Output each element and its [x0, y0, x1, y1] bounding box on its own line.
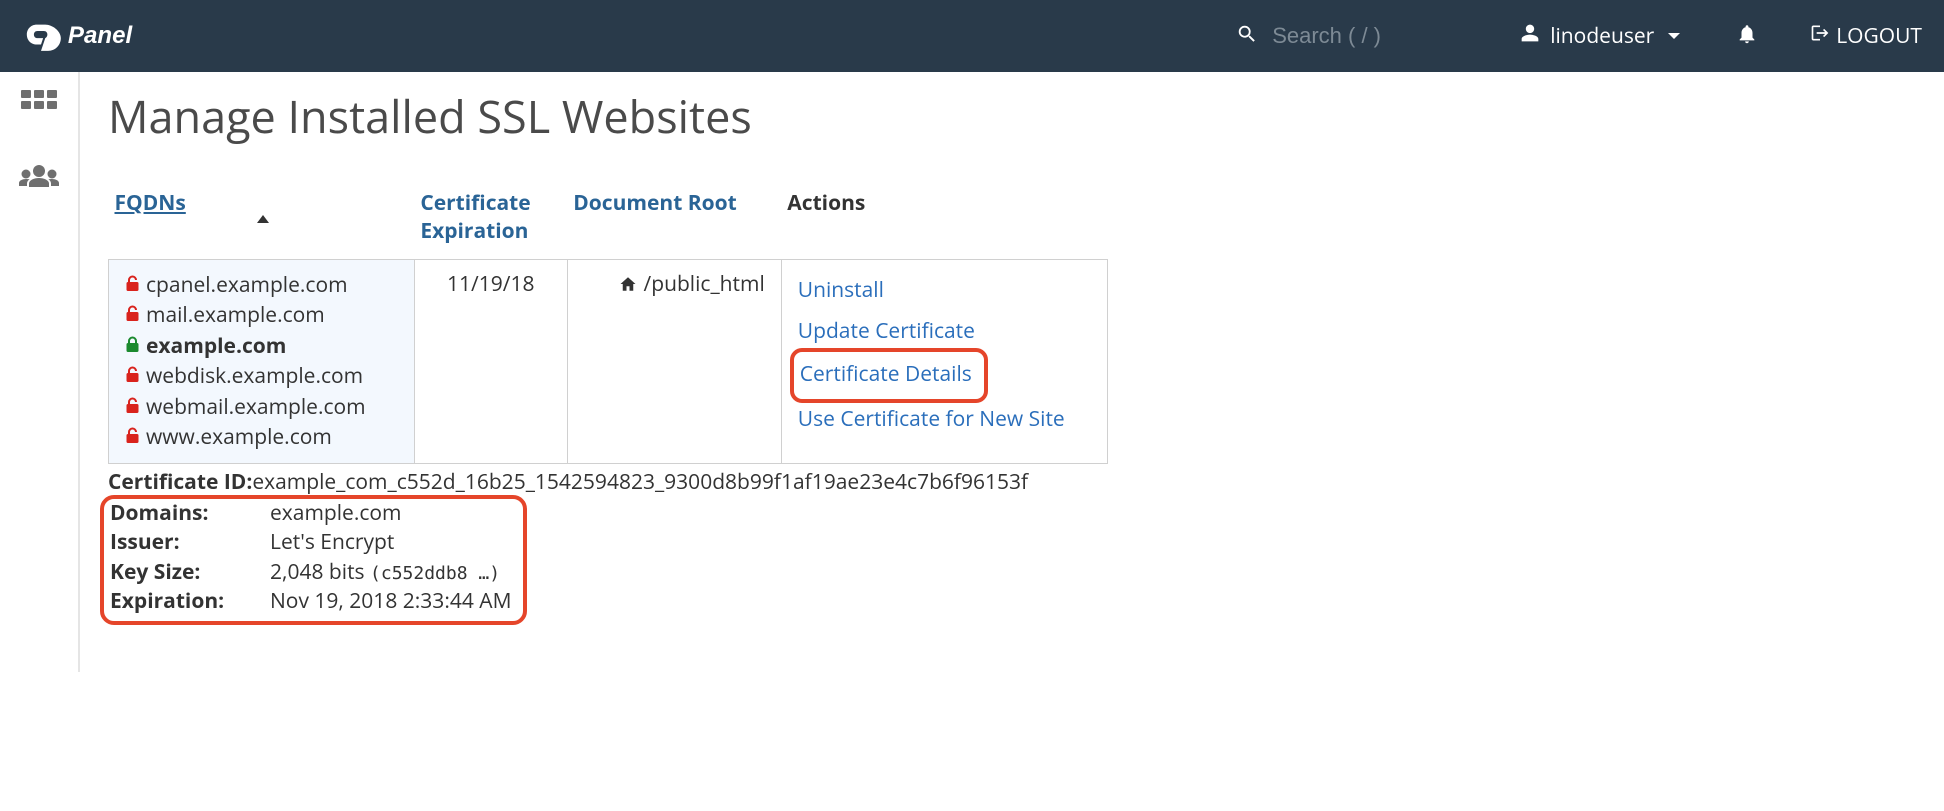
col-header-actions: Actions	[781, 181, 1107, 260]
lock-closed-icon	[125, 331, 140, 361]
lock-open-icon	[125, 270, 140, 300]
keysize-hash: (c552ddb8 …)	[370, 563, 500, 584]
username-label: linodeuser	[1550, 22, 1654, 50]
action-use-certificate-new-site[interactable]: Use Certificate for New Site	[798, 399, 1091, 440]
domains-label: Domains:	[110, 499, 270, 528]
fqdn-domain: webmail.example.com	[125, 392, 398, 422]
fqdn-domain: www.example.com	[125, 422, 398, 452]
page-title: Manage Installed SSL Websites	[108, 86, 1944, 147]
col-header-expiration[interactable]: Certificate Expiration	[414, 181, 567, 260]
cert-id-label: Certificate ID:	[108, 468, 252, 497]
domain-name: mail.example.com	[146, 300, 325, 330]
domain-name: www.example.com	[146, 422, 332, 452]
keysize-value: 2,048 bits	[270, 558, 365, 586]
fqdn-domain: example.com	[125, 331, 398, 361]
lock-open-icon	[125, 300, 140, 330]
lock-open-icon	[125, 392, 140, 422]
bell-icon	[1736, 28, 1758, 50]
navbar-search[interactable]	[1236, 23, 1452, 50]
actions-cell: Uninstall Update Certificate Certificate…	[781, 260, 1107, 464]
action-certificate-details[interactable]: Certificate Details	[800, 360, 972, 388]
sidebar-apps-icon[interactable]	[21, 90, 57, 123]
sidebar-users-icon[interactable]	[19, 163, 59, 196]
expiration-value: Nov 19, 2018 2:33:44 AM	[270, 587, 511, 616]
fqdn-cell: cpanel.example.commail.example.comexampl…	[109, 260, 415, 464]
highlight-certificate-info: Domains: example.com Issuer: Let's Encry…	[100, 495, 527, 625]
person-icon	[1520, 22, 1540, 50]
issuer-label: Issuer:	[110, 528, 270, 557]
search-input[interactable]	[1272, 23, 1452, 49]
user-menu[interactable]: linodeuser	[1492, 22, 1708, 50]
table-row: cpanel.example.commail.example.comexampl…	[109, 260, 1108, 464]
docroot-cell: /public_html	[567, 260, 781, 464]
domain-name: cpanel.example.com	[146, 270, 348, 300]
fqdn-domain: webdisk.example.com	[125, 361, 398, 391]
domain-name: example.com	[146, 331, 286, 361]
action-update-certificate[interactable]: Update Certificate	[798, 311, 1091, 352]
svg-text:Panel: Panel	[68, 22, 134, 49]
top-navbar: Panel linodeuser LOGOUT	[0, 0, 1944, 72]
home-icon	[618, 270, 643, 298]
ssl-table: FQDNs Certificate Expiration Document Ro…	[108, 181, 1108, 464]
issuer-value: Let's Encrypt	[270, 528, 394, 557]
domain-name: webmail.example.com	[146, 392, 366, 422]
domains-value: example.com	[270, 499, 402, 528]
col-header-fqdns[interactable]: FQDNs	[109, 181, 415, 260]
keysize-label: Key Size:	[110, 558, 270, 587]
expiration-label: Expiration:	[110, 587, 270, 616]
domain-name: webdisk.example.com	[146, 361, 363, 391]
lock-open-icon	[125, 361, 140, 391]
expiration-cell: 11/19/18	[414, 260, 567, 464]
main-content: Manage Installed SSL Websites FQDNs Cert…	[80, 72, 1944, 672]
search-icon	[1236, 23, 1258, 50]
col-header-docroot[interactable]: Document Root	[567, 181, 781, 260]
cert-id-value: example_com_c552d_16b25_1542594823_9300d…	[252, 468, 1028, 497]
sort-ascending-icon	[257, 215, 269, 223]
caret-down-icon	[1668, 33, 1680, 39]
action-uninstall[interactable]: Uninstall	[798, 270, 1091, 311]
notifications-button[interactable]	[1708, 23, 1786, 50]
logout-label: LOGOUT	[1836, 22, 1922, 50]
fqdn-domain: mail.example.com	[125, 300, 398, 330]
fqdn-domain: cpanel.example.com	[125, 270, 398, 300]
left-sidebar	[0, 72, 80, 672]
lock-open-icon	[125, 422, 140, 452]
cpanel-logo[interactable]: Panel	[24, 19, 194, 53]
certificate-details-panel: Certificate ID: example_com_c552d_16b25_…	[108, 468, 1944, 625]
logout-button[interactable]: LOGOUT	[1786, 22, 1922, 50]
highlight-certificate-details: Certificate Details	[790, 348, 988, 403]
logout-icon	[1810, 22, 1830, 50]
